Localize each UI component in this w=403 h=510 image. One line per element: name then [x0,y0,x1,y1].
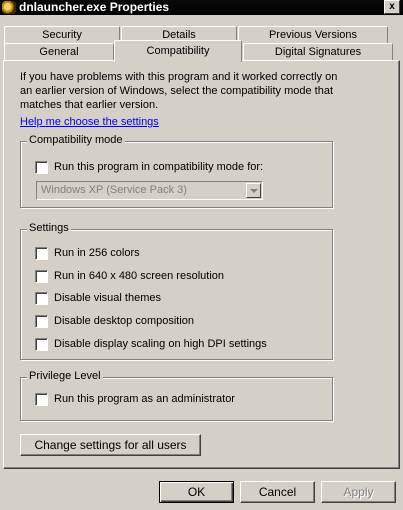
compatibility-os-select[interactable]: Windows XP (Service Pack 3) [36,181,263,200]
privilege-level-legend: Privilege Level [27,370,103,383]
setting-256-colors-row[interactable]: Run in 256 colors [35,246,140,260]
run-as-admin-checkbox[interactable] [35,392,48,406]
setting-desktop-composition-label: Disable desktop composition [54,315,195,327]
compatibility-mode-legend: Compatibility mode [27,134,125,147]
ok-button[interactable]: OK [159,481,234,503]
compatibility-os-selected: Windows XP (Service Pack 3) [41,184,187,196]
compatibility-mode-checkbox-label: Run this program in compatibility mode f… [54,161,264,173]
setting-640x480-checkbox[interactable] [35,269,48,283]
setting-256-colors-checkbox[interactable] [35,246,48,260]
tab-digital-signatures[interactable]: Digital Signatures [243,43,393,61]
apply-button[interactable]: Apply [321,481,396,503]
change-settings-all-users-button[interactable]: Change settings for all users [20,434,201,456]
setting-640x480-label: Run in 640 x 480 screen resolution [54,270,224,282]
run-as-admin-label: Run this program as an administrator [54,393,235,405]
setting-visual-themes-row[interactable]: Disable visual themes [35,291,161,305]
setting-dpi-scaling-checkbox[interactable] [35,337,48,351]
setting-visual-themes-label: Disable visual themes [54,292,161,304]
tab-security[interactable]: Security [4,26,120,44]
cancel-button[interactable]: Cancel [240,481,315,503]
compatibility-mode-checkbox[interactable] [35,160,48,174]
help-link[interactable]: Help me choose the settings [20,116,159,128]
window-title: dnlauncher.exe Properties [19,0,170,14]
settings-legend: Settings [27,222,71,235]
intro-text: If you have problems with this program a… [20,71,338,111]
setting-640x480-row[interactable]: Run in 640 x 480 screen resolution [35,269,224,283]
setting-256-colors-label: Run in 256 colors [54,247,140,259]
app-icon [2,1,16,14]
setting-desktop-composition-row[interactable]: Disable desktop composition [35,314,194,328]
setting-dpi-scaling-row[interactable]: Disable display scaling on high DPI sett… [35,337,267,351]
tab-general[interactable]: General [4,43,114,61]
tab-compatibility[interactable]: Compatibility [114,40,242,62]
tab-previous-versions[interactable]: Previous Versions [238,26,388,44]
chevron-down-icon [249,188,258,193]
setting-visual-themes-checkbox[interactable] [35,291,48,305]
compatibility-mode-checkbox-row[interactable]: Run this program in compatibility mode f… [35,160,263,174]
run-as-admin-row[interactable]: Run this program as an administrator [35,392,235,406]
dropdown-arrow-button[interactable] [246,183,261,198]
title-bar: dnlauncher.exe Properties x [0,0,403,15]
setting-dpi-scaling-label: Disable display scaling on high DPI sett… [54,338,267,350]
setting-desktop-composition-checkbox[interactable] [35,314,48,328]
close-button[interactable]: x [384,0,400,14]
